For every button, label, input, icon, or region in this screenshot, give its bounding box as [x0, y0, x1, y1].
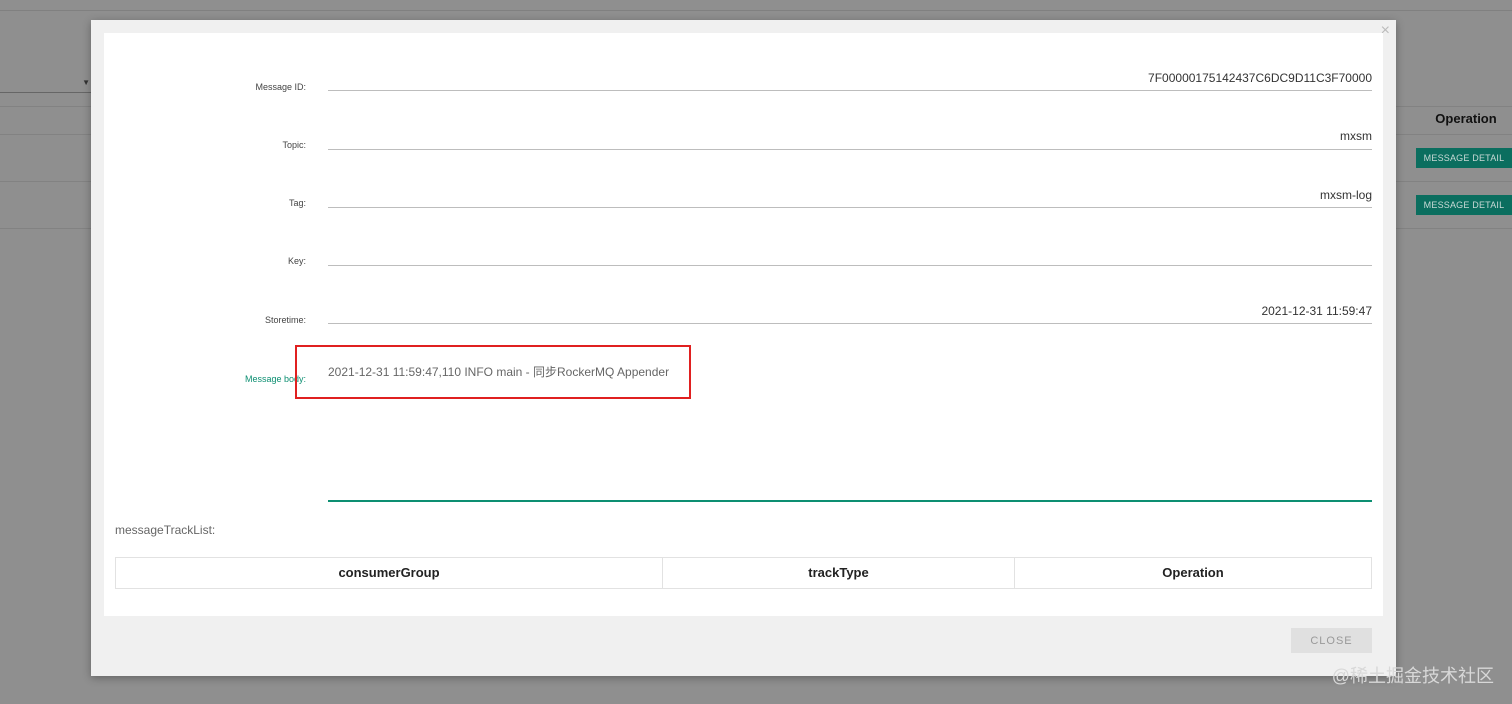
message-id-label: Message ID: [255, 82, 306, 92]
storetime-field[interactable] [328, 323, 1372, 324]
watermark: @稀土掘金技术社区 [1331, 666, 1494, 686]
background-operation-header: Operation [1435, 111, 1497, 126]
topic-value: mxsm [1340, 129, 1372, 143]
message-id-field[interactable] [328, 90, 1372, 91]
message-body-label: Message body: [244, 374, 306, 384]
column-header-consumer-group: consumerGroup [116, 558, 663, 588]
storetime-value: 2021-12-31 11:59:47 [1261, 304, 1372, 318]
close-button[interactable]: CLOSE [1291, 628, 1372, 653]
highlight-annotation-box [295, 345, 691, 399]
chevron-down-icon: ▼ [82, 78, 90, 87]
tag-value: mxsm-log [1319, 188, 1372, 202]
message-body-textarea-underline [328, 500, 1372, 502]
key-label: Key: [287, 256, 306, 266]
storetime-label: Storetime: [264, 315, 306, 325]
dialog-content: Message ID: 7F00000175142437C6DC9D11C3F7… [104, 33, 1383, 616]
message-track-table: consumerGroup trackType Operation [115, 557, 1372, 589]
background-divider [0, 10, 1512, 11]
column-header-operation: Operation [1162, 565, 1224, 580]
topic-field[interactable] [328, 149, 1372, 150]
column-header-track-type: trackType [663, 558, 1015, 588]
topic-label: Topic: [282, 140, 306, 150]
message-detail-dialog: × Message ID: 7F00000175142437C6DC9D11C3… [91, 20, 1396, 676]
background-select[interactable]: ▼ [0, 76, 92, 93]
tag-field[interactable] [328, 207, 1372, 208]
key-field[interactable] [328, 265, 1372, 266]
tag-label: Tag: [288, 198, 306, 208]
message-id-value: 7F00000175142437C6DC9D11C3F70000 [1148, 71, 1372, 85]
message-detail-button[interactable]: MESSAGE DETAIL [1416, 148, 1512, 168]
message-track-list-title: messageTrackList: [115, 523, 216, 537]
message-detail-button[interactable]: MESSAGE DETAIL [1416, 195, 1512, 215]
